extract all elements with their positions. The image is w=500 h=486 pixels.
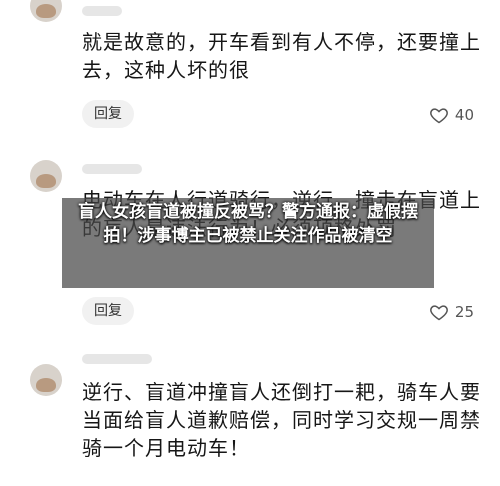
heart-icon <box>430 108 448 124</box>
like-button[interactable]: 25 <box>429 298 474 326</box>
headline-text: 盲人女孩盲道被撞反被骂？警方通报：虚假摆拍！涉事博主已被禁止关注作品被清空 <box>78 202 418 246</box>
username[interactable] <box>82 164 142 174</box>
like-count: 25 <box>454 303 474 321</box>
comment-text: 就是故意的，开车看到有人不停，还要撞上去，这种人坏的很 <box>82 30 481 82</box>
heart-icon <box>430 305 448 321</box>
reply-label: 回复 <box>94 106 122 122</box>
username[interactable] <box>82 354 152 364</box>
reply-button[interactable]: 回复 <box>82 100 134 128</box>
avatar[interactable] <box>30 0 62 22</box>
reply-button[interactable]: 回复 <box>82 297 134 325</box>
like-count: 40 <box>454 106 474 124</box>
comment-text: 逆行、盲道冲撞盲人还倒打一耙，骑车人要当面给盲人道歉赔偿，同时学习交规一周禁骑一… <box>82 380 481 460</box>
avatar[interactable] <box>30 364 62 396</box>
like-button[interactable]: 40 <box>429 101 474 129</box>
username[interactable] <box>82 6 122 16</box>
reply-label: 回复 <box>94 303 122 319</box>
avatar[interactable] <box>30 160 62 192</box>
